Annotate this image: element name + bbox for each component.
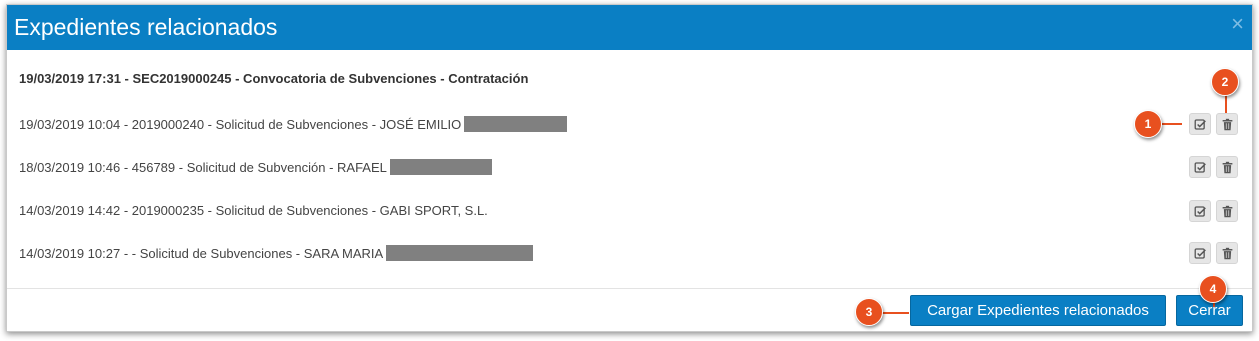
trash-icon <box>1222 247 1232 259</box>
record-label: 14/03/2019 14:42 - 2019000235 - Solicitu… <box>19 203 488 218</box>
record-label: 18/03/2019 10:46 - 456789 - Solicitud de… <box>19 160 387 175</box>
list-item: 14/03/2019 10:27 - - Solicitud de Subven… <box>19 242 1244 266</box>
dialog-title: Expedientes relacionados <box>14 14 278 40</box>
delete-button[interactable] <box>1216 113 1238 135</box>
select-button[interactable] <box>1189 113 1211 135</box>
redacted-block <box>464 116 568 132</box>
check-square-icon <box>1194 161 1206 173</box>
list-item: 19/03/2019 10:04 - 2019000240 - Solicitu… <box>19 113 1244 137</box>
close-icon[interactable]: × <box>1231 13 1244 35</box>
delete-button[interactable] <box>1216 156 1238 178</box>
trash-icon <box>1222 118 1232 130</box>
callout-line-3 <box>882 312 909 314</box>
related-files-dialog: Expedientes relacionados × 19/03/2019 17… <box>6 4 1253 332</box>
delete-button[interactable] <box>1216 242 1238 264</box>
trash-icon <box>1222 205 1232 217</box>
footer-divider <box>7 288 1252 289</box>
callout-badge-3: 3 <box>855 298 883 326</box>
callout-line-1 <box>1162 123 1182 125</box>
callout-badge-1: 1 <box>1134 110 1162 138</box>
callout-badge-2: 2 <box>1211 68 1239 96</box>
check-square-icon <box>1194 118 1206 130</box>
callout-line-2 <box>1225 95 1227 113</box>
redacted-block <box>389 159 492 175</box>
check-square-icon <box>1194 247 1206 259</box>
callout-badge-4: 4 <box>1199 275 1227 303</box>
record-label: 19/03/2019 10:04 - 2019000240 - Solicitu… <box>19 117 462 132</box>
list-item: 14/03/2019 14:42 - 2019000235 - Solicitu… <box>19 200 1244 224</box>
trash-icon <box>1222 161 1232 173</box>
list-item: 18/03/2019 10:46 - 456789 - Solicitud de… <box>19 156 1244 180</box>
redacted-block <box>386 245 534 261</box>
select-button[interactable] <box>1189 200 1211 222</box>
select-button[interactable] <box>1189 156 1211 178</box>
dialog-header: Expedientes relacionados × <box>7 5 1252 50</box>
delete-button[interactable] <box>1216 200 1238 222</box>
select-button[interactable] <box>1189 242 1211 264</box>
main-record: 19/03/2019 17:31 - SEC2019000245 - Convo… <box>19 71 529 86</box>
check-square-icon <box>1194 205 1206 217</box>
record-label: 14/03/2019 10:27 - - Solicitud de Subven… <box>19 246 384 261</box>
load-related-files-button[interactable]: Cargar Expedientes relacionados <box>910 295 1166 326</box>
